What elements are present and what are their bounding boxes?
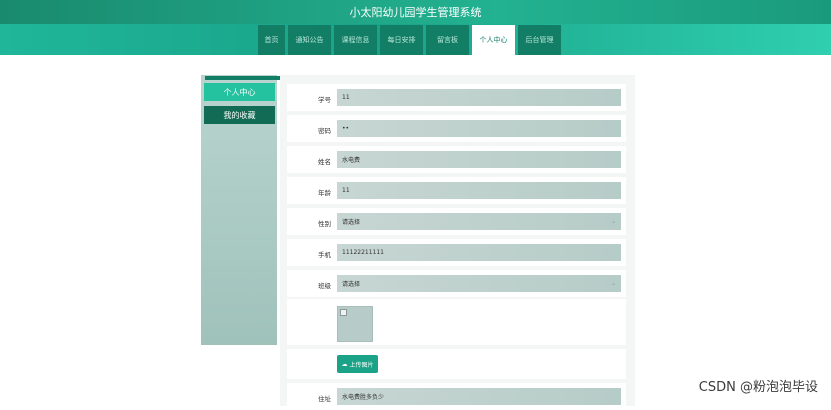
class-select[interactable]: 请选择 ⌄: [337, 275, 621, 292]
nav-admin[interactable]: 后台管理: [518, 25, 561, 55]
sidebar-accent: [205, 76, 280, 80]
chevron-down-icon: ⌄: [610, 280, 616, 287]
nav-bar: 首页 通知公告 课程信息 每日安排 留言板 个人中心 后台管理: [0, 24, 831, 55]
class-placeholder: 请选择: [342, 281, 361, 288]
chevron-down-icon: ⌄: [610, 218, 616, 225]
gender-placeholder: 请选择: [342, 219, 361, 226]
password-field[interactable]: ••: [337, 120, 621, 137]
header-bar: 小太阳幼儿园学生管理系统: [0, 0, 831, 24]
class-label: 班级: [318, 282, 331, 290]
address-field[interactable]: 水电费胜多负少: [337, 388, 621, 405]
watermark: CSDN @粉泡泡毕设: [698, 380, 818, 395]
broken-image-icon: [340, 309, 347, 316]
age-field[interactable]: 11: [337, 182, 621, 199]
nav-notices[interactable]: 通知公告: [288, 25, 331, 55]
student-id-field[interactable]: 11: [337, 89, 621, 106]
student-id-label: 学号: [318, 96, 331, 104]
nav-personal-center[interactable]: 个人中心: [472, 25, 515, 55]
gender-label: 性别: [318, 220, 331, 228]
avatar-image: [337, 306, 373, 342]
gender-select[interactable]: 请选择 ⌄: [337, 213, 621, 230]
nav-menu: 首页 通知公告 课程信息 每日安排 留言板 个人中心 后台管理: [258, 25, 561, 55]
upload-image-button[interactable]: ☁ 上传图片: [337, 355, 378, 373]
phone-field[interactable]: 11122211111: [337, 244, 621, 261]
nav-courses[interactable]: 课程信息: [334, 25, 377, 55]
name-label: 姓名: [318, 158, 331, 166]
sidebar-item-favorites[interactable]: 我的收藏: [204, 106, 275, 124]
name-field[interactable]: 水电费: [337, 151, 621, 168]
nav-message-board[interactable]: 留言板: [426, 25, 469, 55]
address-label: 住址: [318, 395, 331, 403]
cloud-upload-icon: ☁: [341, 360, 348, 368]
nav-daily-schedule[interactable]: 每日安排: [380, 25, 423, 55]
upload-button-label: 上传图片: [349, 361, 374, 369]
sidebar-item-personal-center[interactable]: 个人中心: [204, 83, 275, 101]
phone-label: 手机: [318, 251, 331, 259]
password-label: 密码: [318, 127, 331, 135]
nav-home[interactable]: 首页: [258, 25, 285, 55]
age-label: 年龄: [318, 189, 331, 197]
site-title: 小太阳幼儿园学生管理系统: [349, 6, 482, 19]
